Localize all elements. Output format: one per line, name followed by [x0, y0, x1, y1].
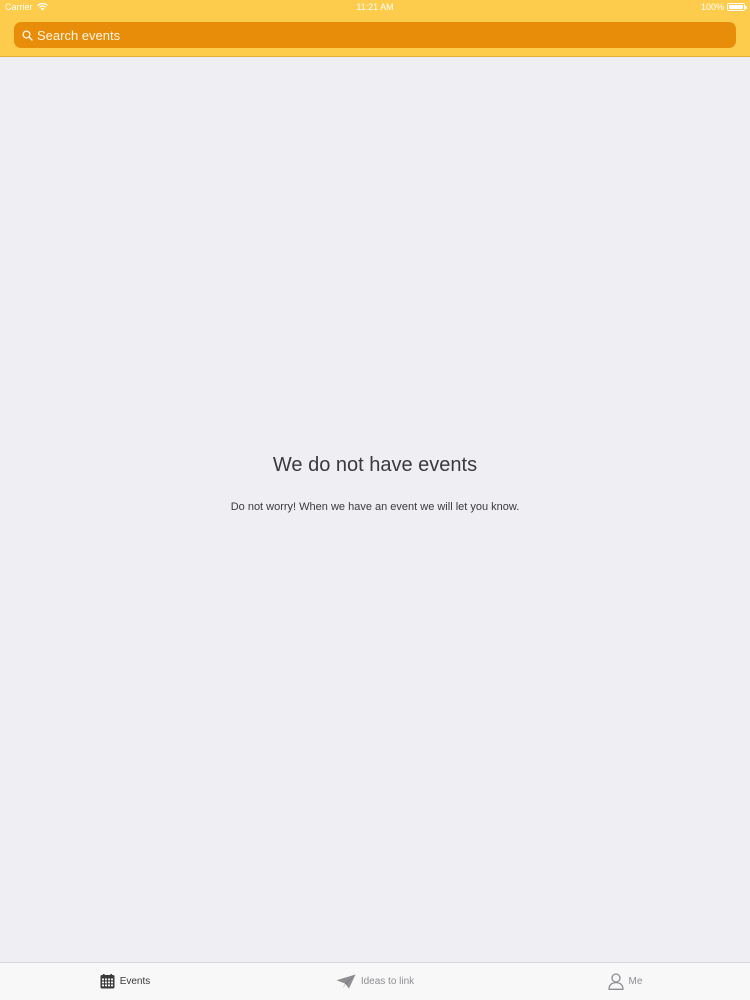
person-icon [607, 973, 624, 990]
empty-state: We do not have events Do not worry! When… [0, 452, 750, 514]
status-bar: Carrier 11:21 AM 100% [0, 0, 750, 14]
empty-state-subtitle: Do not worry! When we have an event we w… [230, 501, 520, 513]
battery-percentage: 100% [700, 2, 724, 12]
search-input[interactable] [37, 23, 736, 47]
status-right: 100% [700, 0, 747, 14]
search-icon [21, 29, 33, 41]
tab-me[interactable]: Me [500, 963, 750, 1000]
search-bar[interactable] [14, 22, 736, 48]
events-screen: Carrier 11:21 AM 100% Search events We d… [0, 0, 750, 1000]
calendar-icon [100, 974, 115, 989]
empty-state-title: We do not have events [272, 454, 478, 476]
tab-bar: Events Ideas to link Me [0, 962, 750, 1000]
tab-ideas-label: Ideas to link [360, 976, 415, 987]
tab-me-label: Me [628, 976, 643, 987]
tab-ideas-to-link[interactable]: Ideas to link [250, 963, 500, 1000]
status-time: 11:21 AM [356, 2, 394, 12]
tab-events[interactable]: Events [0, 963, 250, 1000]
paper-plane-icon [336, 974, 356, 989]
tab-events-label: Events [119, 976, 151, 987]
battery-icon [727, 3, 747, 11]
header: Carrier 11:21 AM 100% [0, 0, 750, 57]
